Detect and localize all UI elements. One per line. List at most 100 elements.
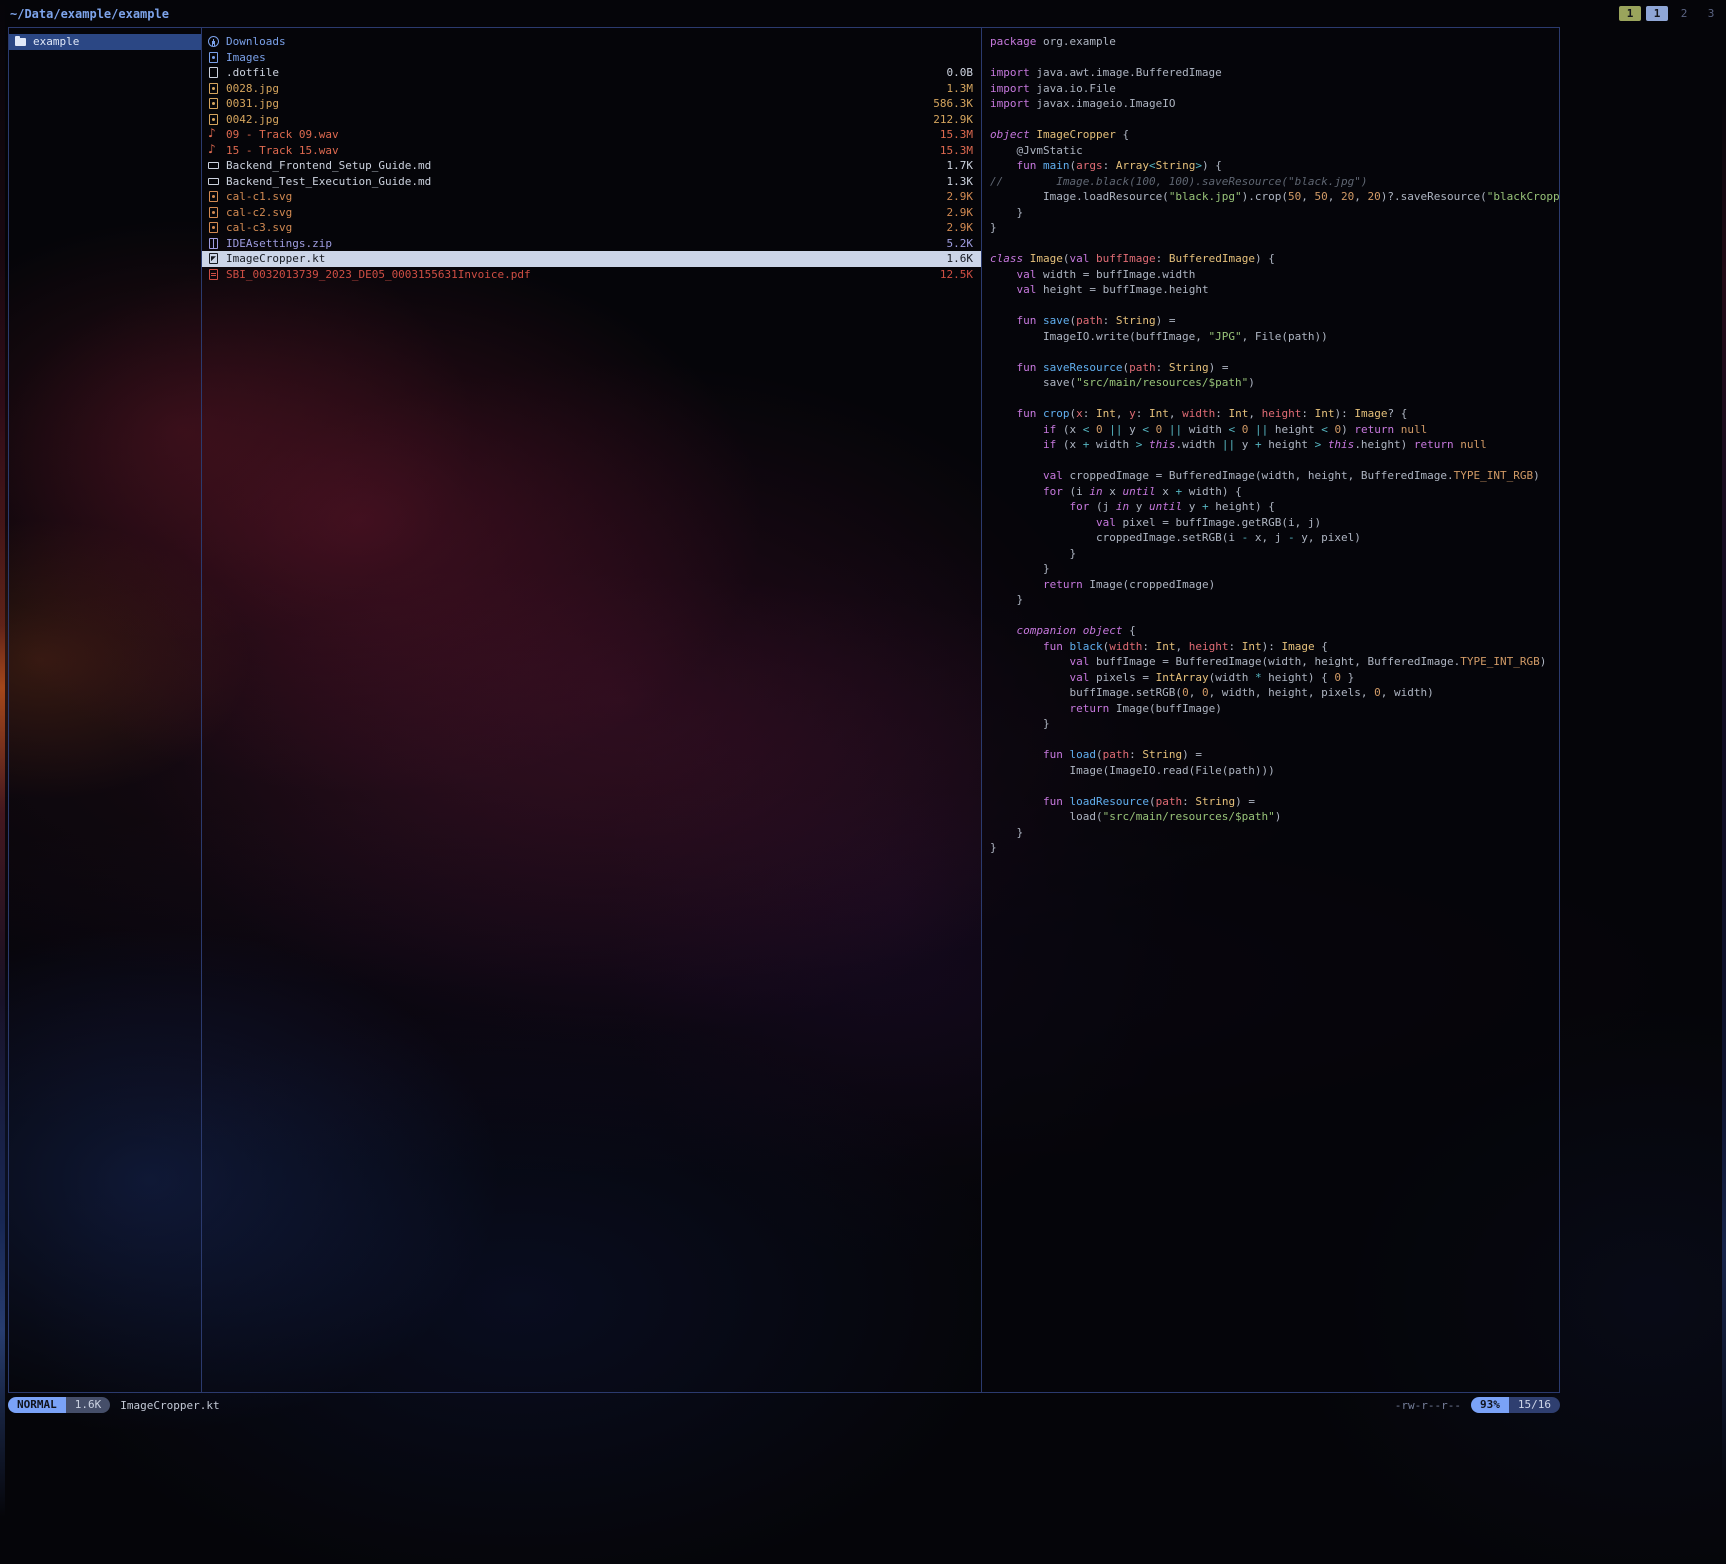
- audio-icon: [208, 129, 219, 140]
- file-size: 0.0B: [947, 66, 974, 79]
- code-line: [990, 453, 1559, 469]
- image-icon: [208, 114, 219, 125]
- file-row[interactable]: IDEAsettings.zip 5.2K: [202, 236, 981, 252]
- file-row[interactable]: 15 - Track 15.wav 15.3M: [202, 143, 981, 159]
- file-row[interactable]: .dotfile0.0B: [202, 65, 981, 81]
- code-line: class Image(val buffImage: BufferedImage…: [990, 251, 1559, 267]
- code-line: val height = buffImage.height: [990, 282, 1559, 298]
- header-bar: ~/Data/example/example 1 1 2 3: [10, 5, 1722, 22]
- tab-3[interactable]: 3: [1700, 6, 1722, 21]
- code-line: fun save(path: String) =: [990, 313, 1559, 329]
- file-name: Backend_Test_Execution_Guide.md: [226, 175, 937, 188]
- scroll-percent-badge: 93%: [1471, 1397, 1509, 1413]
- file-size: 15.3M: [940, 144, 973, 157]
- image-icon: [208, 52, 219, 63]
- audio-icon: [208, 145, 219, 156]
- code-line: [990, 298, 1559, 314]
- file-row[interactable]: 0042.jpg 212.9K: [202, 112, 981, 128]
- code-line: buffImage.setRGB(0, 0, width, height, pi…: [990, 685, 1559, 701]
- code-line: }: [990, 716, 1559, 732]
- file-name: cal-c1.svg: [226, 190, 937, 203]
- code-line: package org.example: [990, 34, 1559, 50]
- file-row[interactable]: Downloads: [202, 34, 981, 50]
- file-icon: [208, 67, 219, 78]
- status-left: NORMAL 1.6K ImageCropper.kt: [8, 1397, 220, 1413]
- code-line: [990, 50, 1559, 66]
- file-manager-panes: example DownloadsImages.dotfile0.0B0028.…: [8, 27, 1560, 1393]
- file-size: 1.7K: [947, 159, 974, 172]
- markdown-icon: [208, 176, 219, 187]
- breadcrumb: ~/Data/example/example: [10, 7, 169, 21]
- file-row[interactable]: ImageCropper.kt 1.6K: [202, 251, 981, 267]
- code-line: }: [990, 840, 1559, 856]
- code-line: croppedImage.setRGB(i - x, j - y, pixel): [990, 530, 1559, 546]
- file-name: 15 - Track 15.wav: [226, 144, 930, 157]
- code-line: val width = buffImage.width: [990, 267, 1559, 283]
- tab-2[interactable]: 2: [1673, 6, 1695, 21]
- code-line: fun load(path: String) =: [990, 747, 1559, 763]
- file-name: ImageCropper.kt: [226, 252, 937, 265]
- code-line: import java.awt.image.BufferedImage: [990, 65, 1559, 81]
- parent-dir-item[interactable]: example: [9, 34, 201, 50]
- code-line: // Image.black(100, 100).saveResource("b…: [990, 174, 1559, 190]
- code-line: return Image(buffImage): [990, 701, 1559, 717]
- code-line: val pixel = buffImage.getRGB(i, j): [990, 515, 1559, 531]
- file-name: cal-c3.svg: [226, 221, 937, 234]
- code-line: }: [990, 205, 1559, 221]
- image-icon: [208, 83, 219, 94]
- file-row[interactable]: cal-c1.svg 2.9K: [202, 189, 981, 205]
- parent-dir-name: example: [33, 35, 193, 48]
- file-row[interactable]: Backend_Test_Execution_Guide.md 1.3K: [202, 174, 981, 190]
- code-line: val pixels = IntArray(width * height) { …: [990, 670, 1559, 686]
- tasks-indicator[interactable]: 1: [1619, 6, 1641, 21]
- terminal-screen: ~/Data/example/example 1 1 2 3 example D…: [0, 0, 1726, 1564]
- tab-1[interactable]: 1: [1646, 6, 1668, 21]
- file-size: 212.9K: [933, 113, 973, 126]
- file-row[interactable]: 0031.jpg586.3K: [202, 96, 981, 112]
- code-line: load("src/main/resources/$path"): [990, 809, 1559, 825]
- code-line: Image.loadResource("black.jpg").crop(50,…: [990, 189, 1559, 205]
- download-icon: [208, 36, 219, 47]
- file-size: 12.5K: [940, 268, 973, 281]
- file-name: IDEAsettings.zip: [226, 237, 937, 250]
- file-name: 0042.jpg: [226, 113, 923, 126]
- file-row[interactable]: cal-c2.svg2.9K: [202, 205, 981, 221]
- file-row[interactable]: SBI_0032013739_2023_DE05_0003155631Invoi…: [202, 267, 981, 283]
- file-name: Backend_Frontend_Setup_Guide.md: [226, 159, 937, 172]
- file-size: 5.2K: [947, 237, 974, 250]
- code-line: import java.io.File: [990, 81, 1559, 97]
- image-icon: [208, 98, 219, 109]
- file-row[interactable]: 0028.jpg1.3M: [202, 81, 981, 97]
- file-size: 1.6K: [947, 252, 974, 265]
- markdown-icon: [208, 160, 219, 171]
- code-line: return Image(croppedImage): [990, 577, 1559, 593]
- file-row[interactable]: cal-c3.svg2.9K: [202, 220, 981, 236]
- file-size: 2.9K: [947, 190, 974, 203]
- file-size: 15.3M: [940, 128, 973, 141]
- folder-icon: [15, 36, 26, 47]
- code-line: }: [990, 825, 1559, 841]
- code-line: Image(ImageIO.read(File(path))): [990, 763, 1559, 779]
- code-line: save("src/main/resources/$path"): [990, 375, 1559, 391]
- code-line: [990, 112, 1559, 128]
- code-line: [990, 344, 1559, 360]
- file-size: 586.3K: [933, 97, 973, 110]
- file-row[interactable]: Images: [202, 50, 981, 66]
- preview-pane: package org.example import java.awt.image…: [982, 27, 1560, 1393]
- code-line: ImageIO.write(buffImage, "JPG", File(pat…: [990, 329, 1559, 345]
- file-name: 0028.jpg: [226, 82, 937, 95]
- file-size: 1.3K: [947, 175, 974, 188]
- code-line: fun saveResource(path: String) =: [990, 360, 1559, 376]
- code-line: fun main(args: Array<String>) {: [990, 158, 1559, 174]
- code-line: val croppedImage = BufferedImage(width, …: [990, 468, 1559, 484]
- code-line: @JvmStatic: [990, 143, 1559, 159]
- code-line: for (j in y until y + height) {: [990, 499, 1559, 515]
- file-name: cal-c2.svg: [226, 206, 937, 219]
- file-row[interactable]: 09 - Track 09.wav15.3M: [202, 127, 981, 143]
- code-line: [990, 608, 1559, 624]
- parent-pane: example: [8, 27, 202, 1393]
- code-preview: package org.example import java.awt.image…: [982, 28, 1559, 856]
- code-line: fun black(width: Int, height: Int): Imag…: [990, 639, 1559, 655]
- file-row[interactable]: Backend_Frontend_Setup_Guide.md 1.7K: [202, 158, 981, 174]
- code-line: }: [990, 546, 1559, 562]
